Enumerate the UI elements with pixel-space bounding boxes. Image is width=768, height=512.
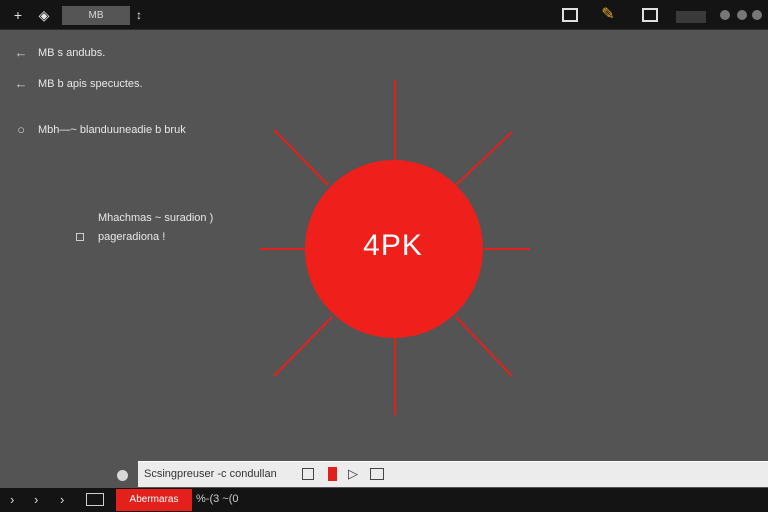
play-icon[interactable]: ▷ [348,466,358,482]
plus-icon[interactable]: + [10,6,26,24]
checkbox[interactable] [76,233,84,241]
badge-label: 4PK [363,229,423,262]
record-icon[interactable] [328,467,337,481]
dot-icon[interactable] [752,10,762,20]
back-arrow-icon: ← [14,45,28,60]
list-item-label: Mbh—~ blanduuneadie b bruk [38,123,186,136]
bottom-toolbar: Scsingpreuser -c condullan ▷ [138,461,768,487]
circle-icon: ○ [17,122,25,137]
radio-dot[interactable] [117,470,128,481]
status-text: %-(3 ~(0 [196,493,239,505]
list-item[interactable]: ○ Mbh—~ blanduuneadie b bruk [14,122,186,137]
back-arrow-icon: ← [14,76,28,91]
note-line: pageradiona ! [98,231,166,243]
list-item[interactable]: ← MB b apis specuctes. [14,76,143,91]
list-item[interactable]: ← MB s andubs. [14,45,106,60]
panel-icon[interactable] [86,493,104,506]
tab-mb[interactable]: MB [62,6,130,25]
window-icon[interactable] [562,8,578,22]
chevron-right-icon[interactable]: › [10,491,14,509]
dot-icon[interactable] [737,10,747,20]
active-tab-button[interactable]: Abermaras [116,489,192,511]
chevron-right-icon[interactable]: › [60,491,64,509]
dot-icon[interactable] [720,10,730,20]
image-icon[interactable] [370,468,384,480]
toolbar-text: Scsingpreuser -c condullan [144,468,277,480]
note-line: Mhachmas ~ suradion ) [98,212,214,224]
edit-box-icon[interactable] [642,8,658,22]
diamond-icon[interactable]: ◈ [36,6,52,24]
list-item-label: MB b apis specuctes. [38,77,143,90]
bottom-bar: › › › Abermaras %-(3 ~(0 [0,488,768,512]
list-item-label: MB s andubs. [38,46,106,59]
expand-arrow-icon[interactable]: ↕ [132,6,146,24]
pencil-icon[interactable]: ✎ [598,6,618,24]
status-block [676,11,706,23]
chevron-right-icon[interactable]: › [34,491,38,509]
checkbox[interactable] [302,468,314,480]
top-toolbar: + ◈ MB ↕ ✎ [0,0,768,30]
